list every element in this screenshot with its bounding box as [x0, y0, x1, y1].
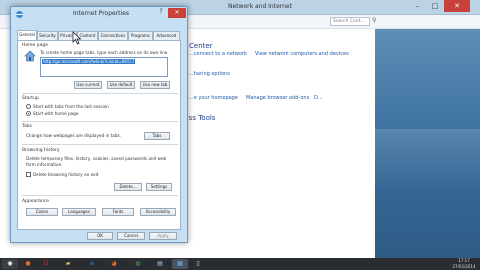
dialog-title: Internet Properties — [72, 10, 130, 17]
home-icon — [24, 50, 36, 62]
use-new-tab-button[interactable]: Use new tab — [140, 81, 170, 89]
connect-network-link[interactable]: ...connect to a network — [189, 51, 247, 57]
search-icon[interactable]: ⚲ — [372, 17, 380, 26]
control-panel-title: Network and Internet — [228, 3, 292, 10]
mouse-cursor-icon — [72, 31, 82, 45]
help-button[interactable]: ? — [155, 8, 167, 18]
startup-last-session-label: Start with tabs from the last session — [33, 104, 109, 109]
tabs-section-label: Tabs — [22, 124, 32, 129]
history-description: Delete temporary files, history, cookies… — [26, 156, 167, 161]
maximize-button[interactable]: □ — [426, 0, 444, 12]
tab-security[interactable]: Security — [37, 31, 58, 40]
tabs-description: Change how webpages are displayed in tab… — [26, 133, 122, 138]
tab-strip: General Security Privacy Content Connect… — [17, 30, 181, 40]
cancel-button[interactable]: Cancel — [117, 232, 145, 240]
close-button[interactable]: ✕ — [444, 0, 470, 12]
homepage-textarea[interactable]: http://go.microsoft.com/fwlink/?LinkId=6… — [40, 57, 168, 77]
ok-button[interactable]: OK — [87, 232, 113, 240]
search-input[interactable]: Search Cont... — [330, 17, 370, 26]
start-icon[interactable]: ◉ — [2, 259, 18, 269]
startup-section-label: Startup — [22, 96, 39, 101]
taskbar: ◉ ● O ▰ e ◕ ◍ ▤ ▦ ▯ 17:17 27/02/2014 — [0, 258, 480, 270]
media-player-icon[interactable]: ● — [20, 259, 36, 269]
startup-home-page-radio[interactable] — [26, 111, 31, 116]
history-description-cont: form information. — [26, 162, 63, 167]
divider — [22, 195, 178, 196]
accessibility-button[interactable]: Accessibility — [140, 208, 176, 216]
explorer-icon[interactable]: ▰ — [60, 259, 76, 269]
divider — [22, 121, 178, 122]
tabs-button[interactable]: Tabs — [144, 132, 170, 140]
desktop-background — [375, 29, 480, 258]
chrome-icon[interactable]: ◍ — [130, 259, 146, 269]
paint-icon[interactable]: ▤ — [152, 259, 168, 269]
tab-advanced[interactable]: Advanced — [153, 31, 180, 40]
internet-properties-dialog: Internet Properties ? ✕ General Security… — [10, 6, 188, 243]
ie-icon — [16, 11, 23, 18]
homepage-url: http://go.microsoft.com/fwlink/?LinkId=6… — [42, 59, 136, 64]
delete-on-exit-checkbox[interactable] — [26, 172, 31, 177]
internet-explorer-icon[interactable]: e — [84, 259, 100, 269]
opera-icon[interactable]: O — [38, 259, 54, 269]
minimize-button[interactable]: – — [408, 0, 426, 12]
fonts-button[interactable]: Fonts — [102, 208, 134, 216]
control-panel-icon[interactable]: ▦ — [172, 259, 188, 269]
divider — [22, 144, 178, 145]
firefox-icon[interactable]: ◕ — [106, 259, 122, 269]
startup-last-session-radio[interactable] — [26, 104, 31, 109]
delete-button[interactable]: Delete... — [114, 183, 142, 191]
tab-general[interactable]: General — [17, 30, 37, 40]
languages-button[interactable]: Languages — [62, 208, 96, 216]
settings-button[interactable]: Settings — [146, 183, 172, 191]
startup-home-page-label: Start with home page — [33, 111, 79, 116]
manage-addons-link[interactable]: Manage browser add-ons — [246, 95, 309, 101]
history-section-label: Browsing history — [22, 148, 60, 153]
appearance-section-label: Appearance — [22, 199, 50, 204]
delete-on-exit-label: Delete browsing history on exit — [33, 172, 99, 177]
tab-programs[interactable]: Programs — [128, 31, 153, 40]
divider — [22, 93, 178, 94]
colors-button[interactable]: Colors — [26, 208, 58, 216]
homepage-description: To create home page tabs, type each addr… — [40, 50, 169, 55]
use-current-button[interactable]: Use current — [74, 81, 102, 89]
tab-connections[interactable]: Connections — [98, 31, 128, 40]
network-center-heading: Center — [189, 42, 213, 50]
use-default-button[interactable]: Use default — [107, 81, 135, 89]
homepage-section-label: Home page — [22, 43, 48, 48]
change-homepage-link[interactable]: ...e your homepage — [189, 95, 238, 101]
general-tab-panel: Home page To create home page tabs, type… — [17, 40, 181, 230]
apply-button[interactable]: Apply — [149, 232, 177, 240]
delete-history-link[interactable]: D... — [314, 95, 323, 101]
clock-date: 27/02/2014 — [452, 264, 476, 269]
dialog-close-button[interactable]: ✕ — [168, 8, 186, 18]
sharing-options-link[interactable]: ...haring options — [189, 71, 230, 77]
view-computers-link[interactable]: View network computers and devices — [255, 51, 349, 57]
notepad-icon[interactable]: ▯ — [190, 259, 206, 269]
system-clock[interactable]: 17:17 27/02/2014 — [448, 258, 480, 270]
